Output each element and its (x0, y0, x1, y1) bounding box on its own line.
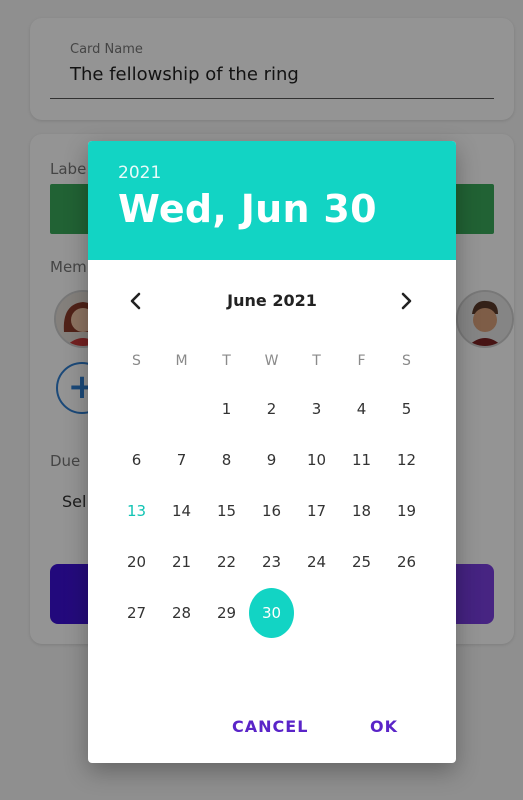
calendar-day[interactable]: 17 (294, 489, 339, 533)
weekday-label: W (264, 353, 279, 369)
date-picker-header: 2021 Wed, Jun 30 (88, 141, 456, 260)
dialog-actions: CANCEL OK (88, 709, 456, 749)
calendar-day-today[interactable]: 13 (114, 489, 159, 533)
calendar-week-row: 13 14 15 16 17 18 19 (114, 489, 430, 533)
calendar-day[interactable]: 14 (159, 489, 204, 533)
calendar-day[interactable]: 18 (339, 489, 384, 533)
calendar-week-row: 12345 (114, 387, 430, 431)
calendar-day[interactable]: 24 (294, 540, 339, 584)
calendar-day[interactable]: 28 (159, 591, 204, 635)
calendar-day[interactable]: 21 (159, 540, 204, 584)
header-selected-date: Wed, Jun 30 (118, 187, 377, 231)
calendar-day[interactable]: 2 (249, 387, 294, 431)
selected-day-label: 30 (249, 588, 294, 638)
calendar-day[interactable]: 27 (114, 591, 159, 635)
weekday-label: T (312, 353, 321, 369)
calendar-day[interactable]: 23 (249, 540, 294, 584)
calendar-day[interactable]: 5 (384, 387, 429, 431)
calendar-day[interactable]: 10 (294, 438, 339, 482)
cancel-button[interactable]: CANCEL (232, 717, 308, 736)
date-picker-dialog: 2021 Wed, Jun 30 June 2021 S M T W T F S… (88, 141, 456, 763)
header-year[interactable]: 2021 (118, 163, 161, 183)
chevron-right-icon (401, 292, 412, 310)
month-navigation: June 2021 (88, 281, 456, 321)
calendar-week-row: 27 28 29 30 (114, 588, 430, 638)
calendar-day[interactable]: 7 (159, 438, 204, 482)
calendar-week-row: 6 7 8 9 10 11 12 (114, 438, 430, 482)
calendar-day[interactable]: 8 (204, 438, 249, 482)
calendar-day[interactable]: 29 (204, 591, 249, 635)
calendar-day[interactable]: 20 (114, 540, 159, 584)
calendar-day[interactable]: 9 (249, 438, 294, 482)
weekday-header-row: S M T W T F S (114, 339, 430, 383)
calendar-day[interactable]: 15 (204, 489, 249, 533)
calendar-day[interactable]: 11 (339, 438, 384, 482)
calendar-day[interactable]: 16 (249, 489, 294, 533)
calendar-day[interactable]: 19 (384, 489, 429, 533)
weekday-label: S (132, 353, 141, 369)
calendar-day[interactable]: 12 (384, 438, 429, 482)
calendar-day-selected[interactable]: 30 (249, 588, 294, 638)
calendar-day[interactable]: 1 (204, 387, 249, 431)
calendar-day[interactable]: 22 (204, 540, 249, 584)
calendar-day[interactable]: 4 (339, 387, 384, 431)
next-month-button[interactable] (390, 285, 422, 317)
calendar-day[interactable]: 3 (294, 387, 339, 431)
ok-button[interactable]: OK (370, 717, 398, 736)
calendar-day[interactable]: 6 (114, 438, 159, 482)
calendar-day[interactable]: 26 (384, 540, 429, 584)
weekday-label: S (402, 353, 411, 369)
weekday-label: T (222, 353, 231, 369)
calendar-day[interactable]: 25 (339, 540, 384, 584)
calendar-week-row: 20 21 22 23 24 25 26 (114, 540, 430, 584)
weekday-label: F (357, 353, 366, 369)
weekday-label: M (175, 353, 188, 369)
